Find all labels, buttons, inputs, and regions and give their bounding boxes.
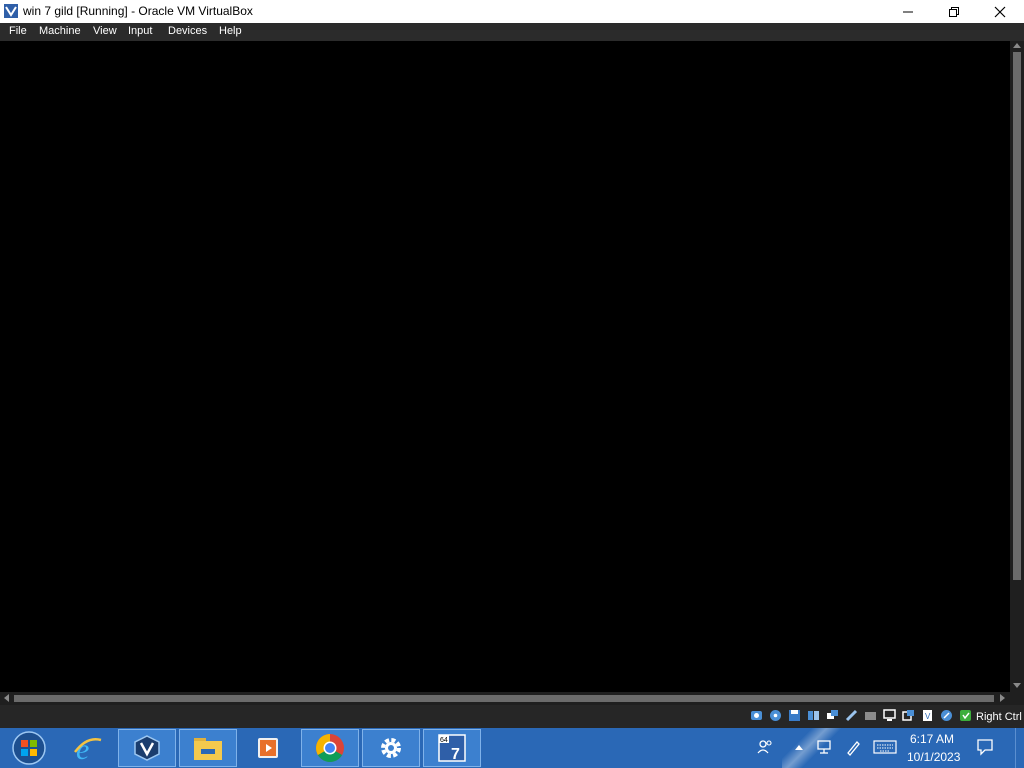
chevron-up-icon[interactable]	[795, 745, 803, 750]
virtualbox-icon	[134, 735, 160, 761]
minimize-icon	[903, 11, 913, 12]
win7-vm-icon: 64 7	[438, 734, 466, 763]
video-capture-icon[interactable]	[902, 709, 915, 722]
horizontal-scroll-thumb[interactable]	[14, 695, 994, 702]
usb-icon[interactable]	[845, 709, 858, 722]
network-icon[interactable]	[816, 739, 834, 755]
menu-bar: File Machine View Input Devices Help	[0, 23, 1024, 41]
internet-explorer-icon: e	[74, 733, 102, 764]
svg-text:64: 64	[440, 737, 448, 744]
virtualbox-icon	[4, 4, 18, 18]
scroll-right-arrow-icon[interactable]	[1000, 694, 1005, 702]
menu-file[interactable]: File	[9, 25, 27, 37]
menu-input[interactable]: Input	[128, 25, 152, 37]
taskbar-internet-explorer[interactable]: e	[58, 729, 116, 767]
svg-text:7: 7	[451, 746, 460, 763]
keyboard-icon[interactable]	[873, 740, 897, 754]
host-key-label: Right Ctrl	[976, 711, 1022, 723]
keyboard-capture-icon[interactable]	[959, 709, 972, 722]
restore-button[interactable]	[931, 0, 977, 23]
scroll-corner	[1010, 692, 1024, 705]
vertical-scroll-thumb[interactable]	[1013, 52, 1021, 580]
clock-date[interactable]: 10/1/2023	[907, 750, 960, 764]
scroll-left-arrow-icon[interactable]	[4, 694, 9, 702]
display-icon[interactable]	[883, 709, 896, 722]
vm-display[interactable]	[0, 41, 1010, 692]
shared-folder-icon[interactable]	[864, 709, 877, 722]
close-icon	[994, 6, 1006, 17]
floppy-icon[interactable]	[788, 709, 801, 722]
cpu-icon[interactable]: V	[921, 709, 934, 722]
people-icon[interactable]	[756, 738, 774, 756]
hard-disk-icon[interactable]	[750, 709, 763, 722]
menu-machine[interactable]: Machine	[39, 25, 81, 37]
file-explorer-icon	[194, 738, 222, 760]
mouse-integration-icon[interactable]	[940, 709, 953, 722]
title-bar[interactable]: win 7 gild [Running] - Oracle VM Virtual…	[0, 0, 1024, 23]
network-icon[interactable]	[826, 709, 839, 722]
taskbar-settings[interactable]	[362, 729, 420, 767]
close-button[interactable]	[977, 0, 1023, 23]
start-orb-icon	[12, 731, 46, 765]
optical-drive-icon[interactable]	[769, 709, 782, 722]
taskbar-media-player[interactable]	[240, 729, 298, 767]
chrome-icon	[316, 734, 344, 762]
clock-time[interactable]: 6:17 AM	[910, 732, 954, 746]
taskbar-win7-vm[interactable]: 64 7	[423, 729, 481, 767]
settings-gear-icon	[381, 738, 401, 758]
taskbar-virtualbox[interactable]	[118, 729, 176, 767]
audio-icon[interactable]	[807, 709, 820, 722]
taskbar-chrome[interactable]	[301, 729, 359, 767]
scroll-up-arrow-icon[interactable]	[1013, 43, 1021, 48]
show-desktop-button[interactable]	[1015, 728, 1024, 768]
pen-icon[interactable]	[845, 738, 863, 756]
media-player-icon	[258, 738, 278, 758]
minimize-button[interactable]	[885, 0, 931, 23]
window-title: win 7 gild [Running] - Oracle VM Virtual…	[23, 4, 253, 18]
menu-help[interactable]: Help	[219, 25, 242, 37]
start-button[interactable]	[0, 729, 58, 767]
svg-text:V: V	[925, 712, 931, 721]
menu-view[interactable]: View	[93, 25, 117, 37]
taskbar-file-explorer[interactable]	[179, 729, 237, 767]
notification-icon[interactable]	[976, 738, 994, 756]
menu-devices[interactable]: Devices	[168, 25, 207, 37]
restore-icon	[949, 6, 959, 17]
scroll-down-arrow-icon[interactable]	[1013, 683, 1021, 688]
